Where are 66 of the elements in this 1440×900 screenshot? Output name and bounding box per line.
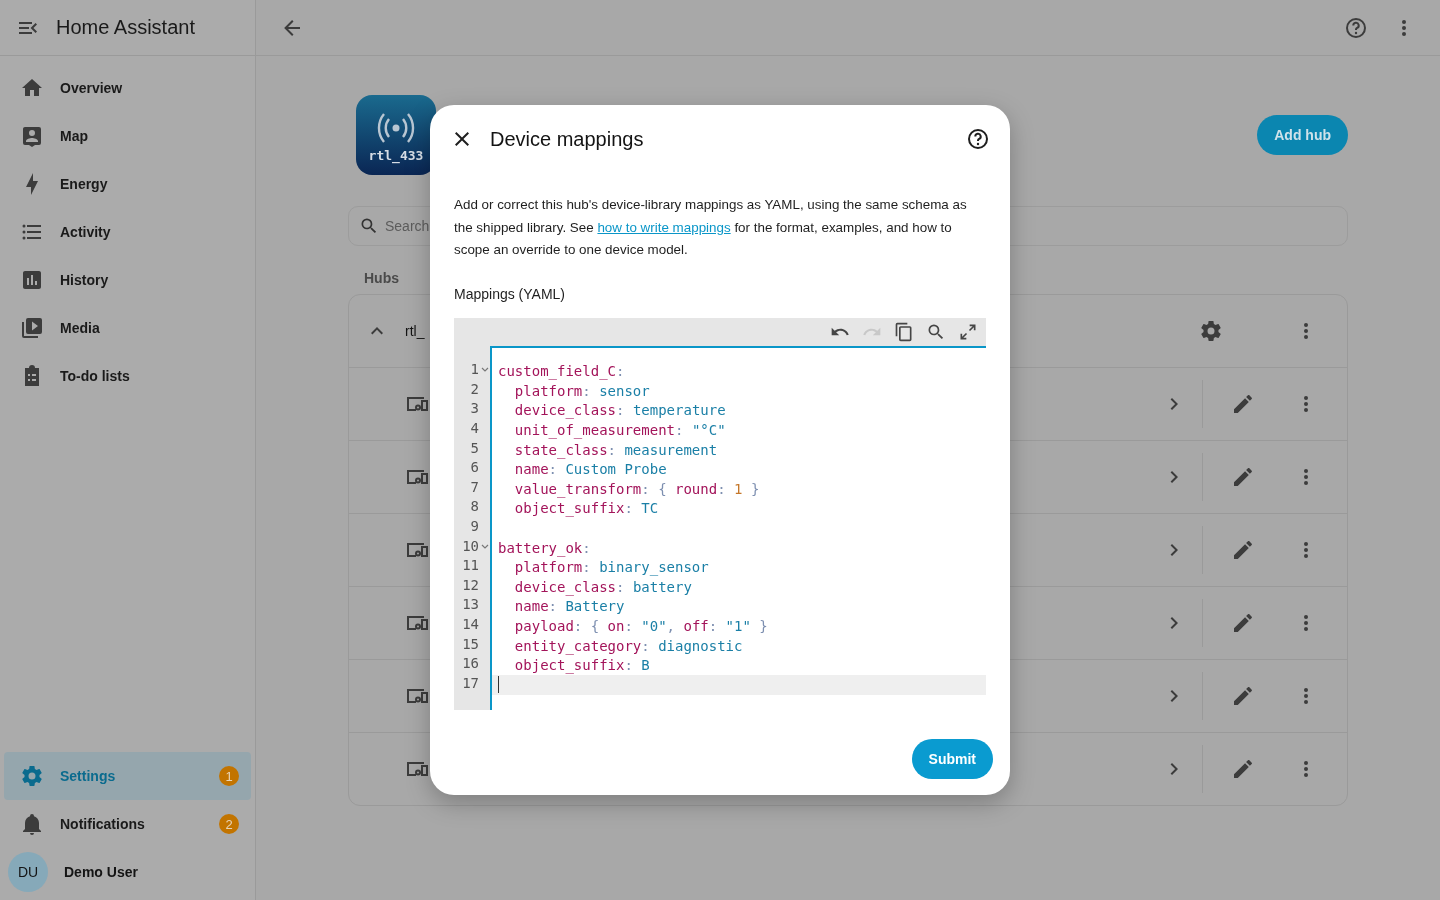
line-number: 5 — [470, 439, 479, 456]
user-name[interactable]: Demo User — [64, 864, 138, 880]
code-line: payload: { on: "0", off: "1" } — [513, 618, 768, 634]
count-badge: 1 — [219, 766, 239, 786]
pencil-icon — [1231, 684, 1255, 708]
pencil-icon — [1231, 611, 1255, 635]
search-icon — [359, 216, 379, 236]
code-line: name: Battery — [513, 598, 625, 615]
code-line: value_transform: { round: 1 } — [513, 480, 760, 497]
hub-name: rtl_ — [405, 323, 425, 339]
code-line: state_class: measurement — [513, 441, 718, 458]
settings-icon — [20, 764, 44, 788]
code-line: object_suffix: B — [513, 657, 650, 674]
line-number: 14 — [462, 616, 479, 632]
count-badge: 2 — [219, 814, 239, 834]
line-number: 17 — [462, 674, 479, 691]
nav-item[interactable]: Overview — [4, 64, 251, 112]
docs-link[interactable]: how to write mappings — [597, 219, 731, 235]
line-number: 1 — [470, 361, 479, 378]
line-number: 12 — [462, 576, 479, 593]
line-number: 2 — [470, 380, 479, 397]
copy-icon[interactable] — [894, 321, 914, 342]
code-line: object_suffix: TC — [513, 500, 659, 517]
nav-item[interactable]: History — [4, 256, 251, 304]
logo-text: rtl_433 — [368, 147, 424, 163]
play-box-icon — [20, 316, 44, 340]
nav-item[interactable]: Energy — [4, 160, 251, 208]
code-line: unit_of_measurement: "°C" — [513, 422, 726, 439]
line-number: 7 — [470, 478, 479, 495]
code-line: name: Custom Probe — [513, 461, 667, 478]
line-number: 4 — [470, 420, 479, 437]
person-pin-icon — [20, 124, 44, 148]
line-number: 15 — [462, 635, 479, 652]
code-line: platform: sensor — [513, 382, 650, 399]
code-line: device_class: battery — [513, 578, 692, 595]
pencil-icon — [1231, 465, 1255, 489]
section-heading: Hubs — [364, 270, 399, 286]
line-number: 9 — [470, 518, 479, 535]
bar-chart-icon — [20, 268, 44, 292]
line-number: 8 — [470, 498, 479, 515]
line-number: 13 — [462, 596, 479, 613]
settings-icon — [1199, 319, 1223, 343]
user-avatar[interactable]: DU — [8, 852, 48, 892]
code-line: battery_ok: — [498, 539, 591, 556]
line-number: 16 — [462, 655, 479, 672]
nav-item[interactable]: Activity — [4, 208, 251, 256]
code-line: device_class: temperature — [513, 402, 726, 419]
code-line: custom_field_C: — [498, 363, 625, 380]
nav-item[interactable]: To-do lists — [4, 352, 251, 400]
app-title: Home Assistant — [56, 16, 195, 39]
code-line: platform: binary_sensor — [513, 559, 709, 576]
field-label: Mappings (YAML) — [454, 285, 566, 302]
pencil-icon — [1231, 757, 1255, 781]
pencil-icon — [1231, 538, 1255, 562]
help-icon[interactable] — [966, 127, 990, 151]
nav-item[interactable]: Map — [4, 112, 251, 160]
line-number: 10 — [462, 537, 479, 554]
line-number: 3 — [470, 400, 479, 417]
line-number: 6 — [470, 459, 479, 476]
bell-icon — [20, 812, 44, 836]
pencil-icon — [1231, 392, 1255, 416]
dialog-title: Device mappings — [490, 127, 645, 151]
code-line: entity_category: diagnostic — [513, 637, 743, 654]
nav-item[interactable]: Media — [4, 304, 251, 352]
line-number: 11 — [462, 557, 479, 574]
nav-item[interactable]: Notifications 2 — [4, 800, 251, 848]
